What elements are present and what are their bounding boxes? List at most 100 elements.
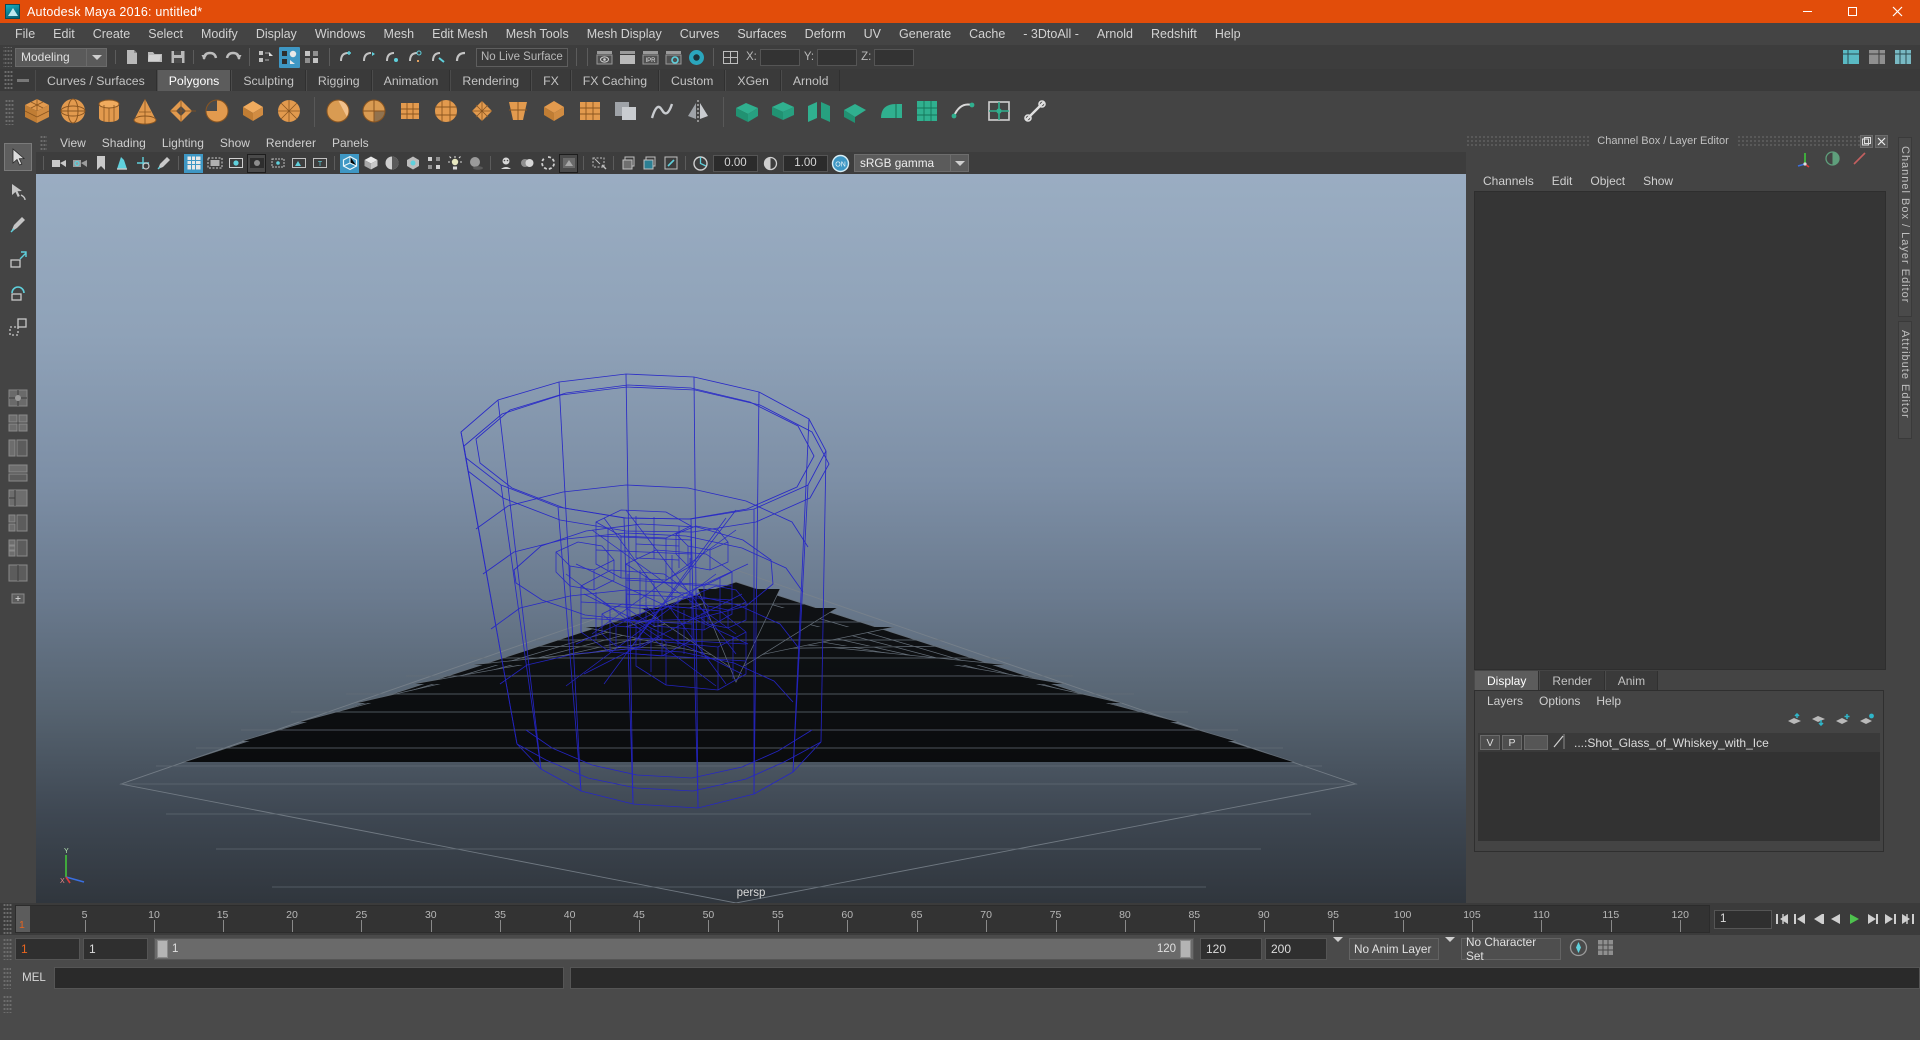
exposure-value[interactable]: 0.00: [713, 154, 758, 172]
show-channel-box-icon[interactable]: [1840, 47, 1861, 68]
timeline-track[interactable]: 1 5 10 15 20 25 30 35 40 45 50 55 60 65 …: [15, 905, 1710, 933]
move-layer-down-icon[interactable]: [1811, 713, 1827, 729]
grid-toggle-icon[interactable]: [184, 153, 203, 173]
layer-list[interactable]: V P ...:Shot_Glass_of_Whiskey_with_Ice: [1478, 733, 1880, 841]
menu-3dtoall[interactable]: - 3DtoAll -: [1014, 24, 1088, 44]
side-tab-attribute-editor[interactable]: Attribute Editor: [1898, 321, 1912, 439]
menu-display[interactable]: Display: [247, 24, 306, 44]
auto-keyframe-icon[interactable]: [1569, 938, 1588, 960]
append-polygon-icon[interactable]: [840, 96, 872, 128]
snap-to-projected-center-icon[interactable]: [405, 47, 426, 68]
layer-menu-options[interactable]: Options: [1531, 693, 1588, 709]
open-scene-icon[interactable]: [144, 47, 165, 68]
shelf-tab-arnold[interactable]: Arnold: [780, 70, 841, 91]
layout-custom-icon[interactable]: [6, 562, 30, 584]
snap-to-point-icon[interactable]: [382, 47, 403, 68]
image-plane-icon[interactable]: [112, 154, 131, 173]
show-attribute-editor-icon[interactable]: [1866, 47, 1887, 68]
panel-drag-dots-right[interactable]: [1736, 136, 1860, 146]
shelf-tab-rigging[interactable]: Rigging: [305, 70, 372, 91]
layer-menu-layers[interactable]: Layers: [1479, 693, 1531, 709]
shadows-icon[interactable]: [466, 154, 485, 173]
shelf-icons-grip[interactable]: [5, 99, 14, 125]
menu-redshift[interactable]: Redshift: [1142, 24, 1206, 44]
shelf-tab-custom[interactable]: Custom: [659, 70, 726, 91]
viewport-menu-shading[interactable]: Shading: [94, 135, 154, 151]
layout-quad-pane-icon[interactable]: [6, 537, 30, 559]
snap-to-grid-icon[interactable]: [336, 47, 357, 68]
menu-help[interactable]: Help: [1206, 24, 1250, 44]
layer-menu-help[interactable]: Help: [1588, 693, 1629, 709]
layer-tab-anim[interactable]: Anim: [1604, 671, 1659, 690]
snap-to-view-plane-icon[interactable]: [428, 47, 449, 68]
current-time-indicator[interactable]: 1: [16, 906, 30, 932]
playback-start-time-field[interactable]: 1: [83, 938, 148, 960]
side-tab-channel-box[interactable]: Channel Box / Layer Editor: [1898, 137, 1912, 317]
uv-cut-icon[interactable]: [1020, 96, 1052, 128]
shelf-tab-xgen[interactable]: XGen: [725, 70, 781, 91]
range-slider-right-handle[interactable]: [1180, 940, 1191, 958]
layout-three-pane-icon[interactable]: [6, 512, 30, 534]
animation-end-time-field[interactable]: 200: [1265, 938, 1327, 960]
poly-cube-icon[interactable]: [22, 96, 54, 128]
show-tool-settings-icon[interactable]: [1892, 47, 1913, 68]
layout-four-view-icon[interactable]: [6, 412, 30, 434]
viewport-menu-show[interactable]: Show: [212, 135, 258, 151]
undock-panel-button[interactable]: [1860, 134, 1873, 148]
shelf-tab-animation[interactable]: Animation: [371, 70, 451, 91]
range-slider-bar[interactable]: 1 120: [154, 938, 1194, 960]
range-slider-grip[interactable]: [3, 938, 12, 960]
shelf-tab-fx[interactable]: FX: [531, 70, 571, 91]
render-current-frame-icon[interactable]: [617, 47, 638, 68]
layout-single-perspective-icon[interactable]: [6, 387, 30, 409]
use-default-lighting-icon[interactable]: [424, 154, 443, 173]
bevel-icon[interactable]: [768, 96, 800, 128]
menu-edit[interactable]: Edit: [44, 24, 84, 44]
shelf-tab-curves-surfaces[interactable]: Curves / Surfaces: [35, 70, 157, 91]
scale-tool[interactable]: [4, 313, 32, 341]
poly-cylinder-icon[interactable]: [94, 96, 126, 128]
bridge-icon[interactable]: [804, 96, 836, 128]
go-to-end-icon[interactable]: [1899, 909, 1916, 929]
color-management-selector[interactable]: sRGB gamma: [854, 154, 969, 172]
show-render-view-icon[interactable]: [594, 47, 615, 68]
poly-helix-icon[interactable]: [431, 96, 463, 128]
isolate-select-icon[interactable]: [559, 153, 578, 173]
new-layer-from-selected-icon[interactable]: [1859, 713, 1875, 729]
select-by-hierarchy-icon[interactable]: [256, 47, 277, 68]
chevron-down-icon[interactable]: [1333, 937, 1343, 956]
viewport-menu-view[interactable]: View: [52, 135, 94, 151]
viewport-grip[interactable]: [40, 135, 47, 150]
poly-prism-icon[interactable]: [359, 96, 391, 128]
help-line-grip[interactable]: [3, 995, 12, 1013]
step-forward-frame-icon[interactable]: [1863, 909, 1880, 929]
maximize-button[interactable]: [1830, 0, 1875, 23]
viewport-menu-panels[interactable]: Panels: [324, 135, 377, 151]
layout-outliner-persp-icon[interactable]: [6, 437, 30, 459]
step-forward-key-icon[interactable]: [1881, 909, 1898, 929]
multisample-icon[interactable]: [538, 154, 557, 173]
rotate-tool[interactable]: [4, 279, 32, 307]
poly-pipe-icon[interactable]: [395, 96, 427, 128]
move-tool[interactable]: [4, 245, 32, 273]
color-management-toggle-icon[interactable]: ON: [831, 154, 850, 173]
viewport-menu-renderer[interactable]: Renderer: [258, 135, 324, 151]
layer-tab-display[interactable]: Display: [1474, 671, 1540, 690]
undo-icon[interactable]: [199, 47, 220, 68]
layer-color-swatch[interactable]: [1524, 735, 1548, 750]
film-origin-icon[interactable]: [268, 154, 287, 173]
grease-pencil-icon[interactable]: [154, 154, 173, 173]
menu-generate[interactable]: Generate: [890, 24, 960, 44]
gamma-value[interactable]: 1.00: [783, 154, 828, 172]
xray-active-components-icon[interactable]: [640, 154, 659, 173]
layer-playback-toggle[interactable]: P: [1502, 735, 1522, 750]
shelf-tab-rendering[interactable]: Rendering: [450, 70, 532, 91]
close-panel-button[interactable]: [1875, 134, 1888, 148]
save-scene-icon[interactable]: [167, 47, 188, 68]
editor-layout-icon[interactable]: [720, 47, 741, 68]
animation-preferences-icon[interactable]: [1596, 938, 1615, 960]
coord-x-field[interactable]: [759, 48, 800, 66]
film-gate-icon[interactable]: [205, 154, 224, 173]
resolution-gate-icon[interactable]: [226, 154, 245, 173]
uv-editor-icon[interactable]: [948, 96, 980, 128]
